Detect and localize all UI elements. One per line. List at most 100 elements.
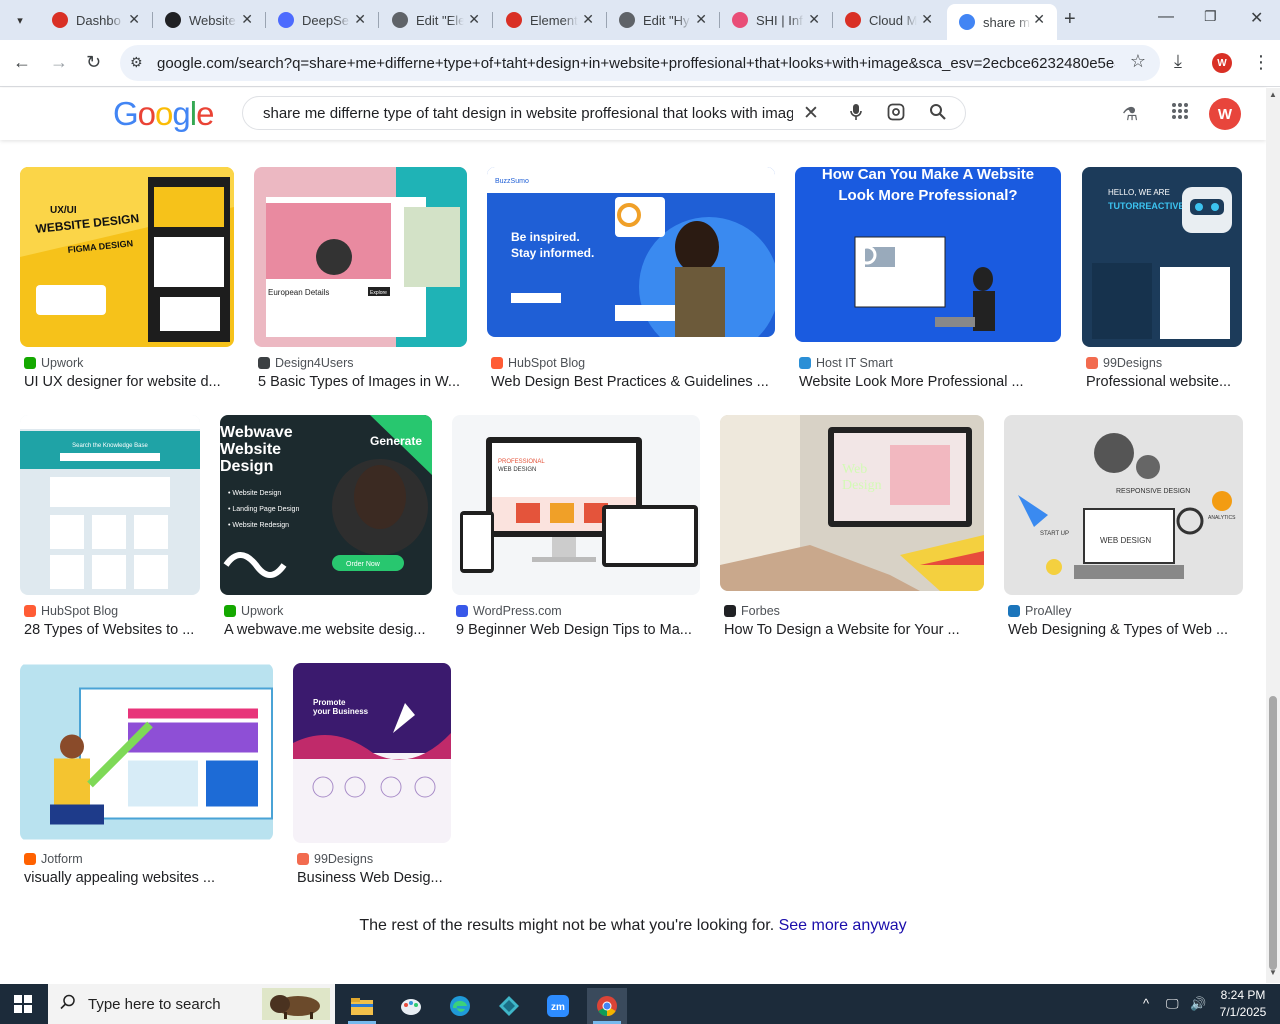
minimize-icon[interactable]: —: [1158, 8, 1174, 26]
browser-tab[interactable]: SHI | Inf ✕: [720, 4, 833, 36]
image-result-title[interactable]: Web Designing & Types of Web ...: [1008, 622, 1247, 638]
scrollbar-thumb[interactable]: [1269, 696, 1277, 970]
new-tab-button[interactable]: +: [1064, 8, 1076, 31]
browser-tab[interactable]: Edit "Ele ✕: [380, 4, 493, 36]
voice-search-icon[interactable]: [849, 103, 863, 126]
taskbar-clock[interactable]: 8:24 PM 7/1/2025: [1212, 987, 1274, 1021]
image-result-thumbnail[interactable]: BuzzSumo Be inspired. Stay informed.: [487, 167, 775, 337]
browser-tab[interactable]: Cloud M ✕: [833, 4, 945, 36]
image-result-title[interactable]: visually appealing websites ...: [24, 870, 277, 886]
image-result-title[interactable]: Website Look More Professional ...: [799, 374, 1065, 390]
image-result-source[interactable]: ProAlley: [1008, 604, 1072, 618]
svg-text:Order Now: Order Now: [346, 561, 381, 568]
image-result-thumbnail[interactable]: Webwave Website Design Generate • Websit…: [220, 415, 432, 595]
image-result-title[interactable]: 28 Types of Websites to ...: [24, 622, 224, 638]
account-avatar[interactable]: W: [1209, 98, 1241, 130]
tab-search-button[interactable]: ▾: [8, 8, 32, 32]
image-result-source[interactable]: HubSpot Blog: [24, 604, 118, 618]
image-result-title[interactable]: How To Design a Website for Your ...: [724, 622, 988, 638]
file-explorer-icon[interactable]: [342, 988, 382, 1024]
back-button[interactable]: ←: [13, 52, 31, 73]
image-result-title[interactable]: 9 Beginner Web Design Tips to Ma...: [456, 622, 704, 638]
reload-button[interactable]: ↻: [86, 52, 101, 73]
image-result-source[interactable]: WordPress.com: [456, 604, 562, 618]
volume-icon[interactable]: 🔊: [1190, 996, 1206, 1012]
google-apps-icon[interactable]: [1171, 102, 1189, 126]
profile-button[interactable]: W: [1212, 53, 1232, 73]
image-result-source[interactable]: Host IT Smart: [799, 356, 893, 370]
search-labs-icon[interactable]: ⚗: [1122, 104, 1138, 125]
browser-tab[interactable]: Element ✕: [494, 4, 607, 36]
site-info-icon[interactable]: ⚙: [130, 54, 143, 71]
search-icon[interactable]: [929, 103, 947, 126]
lens-search-icon[interactable]: [887, 103, 905, 126]
image-result-thumbnail[interactable]: RESPONSIVE DESIGN WEB DESIGN START UP AN…: [1004, 415, 1243, 595]
tray-overflow-icon[interactable]: ^: [1143, 996, 1149, 1011]
app-diamond-icon[interactable]: [489, 988, 529, 1024]
image-result-title[interactable]: 5 Basic Types of Images in W...: [258, 374, 471, 390]
image-result-source[interactable]: 99Designs: [1086, 356, 1162, 370]
image-result-thumbnail[interactable]: Promote your Business: [293, 663, 451, 843]
close-tab-icon[interactable]: ✕: [808, 11, 820, 28]
close-window-icon[interactable]: ✕: [1250, 8, 1263, 28]
see-more-anyway-link[interactable]: See more anyway: [779, 917, 907, 934]
address-bar[interactable]: ⚙ google.com/search?q=share+me+differne+…: [120, 45, 1160, 81]
edge-browser-icon[interactable]: [440, 988, 480, 1024]
windows-start-icon[interactable]: [14, 995, 32, 1013]
browser-tab[interactable]: Website ✕: [153, 4, 266, 36]
image-result-thumbnail[interactable]: Search the Knowledge Base: [20, 415, 200, 595]
taskbar-search[interactable]: Type here to search: [48, 984, 335, 1024]
image-result-thumbnail[interactable]: UX/UI WEBSITE DESIGN FIGMA DESIGN: [20, 167, 234, 347]
paint-app-icon[interactable]: [391, 988, 431, 1024]
image-result-source[interactable]: HubSpot Blog: [491, 356, 585, 370]
image-result-source[interactable]: Forbes: [724, 604, 780, 618]
image-result-thumbnail[interactable]: [20, 663, 273, 841]
image-result-source[interactable]: Upwork: [24, 356, 83, 370]
close-tab-icon[interactable]: ✕: [1033, 11, 1045, 28]
image-result-title[interactable]: Professional website...: [1086, 374, 1280, 390]
address-url[interactable]: google.com/search?q=share+me+differne+ty…: [157, 55, 1115, 72]
image-result-title[interactable]: A webwave.me website desig...: [224, 622, 436, 638]
image-result-title[interactable]: Web Design Best Practices & Guidelines .…: [491, 374, 779, 390]
image-result-thumbnail[interactable]: HELLO, WE ARE TUTORREACTIVE: [1082, 167, 1242, 347]
tab-title: Edit "Hy: [643, 12, 690, 28]
image-result-thumbnail[interactable]: PROFESSIONAL WEB DESIGN: [452, 415, 700, 595]
search-box[interactable]: share me differne type of taht design in…: [242, 96, 966, 130]
close-tab-icon[interactable]: ✕: [354, 11, 366, 28]
browser-tab[interactable]: DeepSe ✕: [266, 4, 379, 36]
close-tab-icon[interactable]: ✕: [241, 11, 253, 28]
close-tab-icon[interactable]: ✕: [468, 11, 480, 28]
browser-menu-icon[interactable]: ⋮: [1252, 52, 1270, 73]
close-tab-icon[interactable]: ✕: [921, 11, 933, 28]
image-result-thumbnail[interactable]: How Can You Make A Website Look More Pro…: [795, 167, 1061, 342]
source-favicon-icon: [258, 357, 270, 369]
chrome-app-icon[interactable]: [587, 988, 627, 1024]
browser-tab[interactable]: Dashbo ✕: [40, 4, 153, 36]
image-result-thumbnail[interactable]: Web Design: [720, 415, 984, 591]
image-result-source[interactable]: Upwork: [224, 604, 283, 618]
image-result-source[interactable]: Jotform: [24, 852, 83, 866]
close-tab-icon[interactable]: ✕: [582, 11, 594, 28]
image-result-title[interactable]: UI UX designer for website d...: [24, 374, 238, 390]
source-name: 99Designs: [314, 852, 374, 866]
zoom-app-icon[interactable]: zm: [538, 988, 578, 1024]
image-result-title[interactable]: Business Web Desig...: [297, 870, 497, 886]
bookmark-star-icon[interactable]: ☆: [1130, 51, 1146, 72]
network-icon[interactable]: 🖵: [1166, 996, 1179, 1012]
restore-icon[interactable]: ❐: [1204, 8, 1217, 25]
page-scrollbar[interactable]: ▲ ▼: [1266, 88, 1280, 983]
close-tab-icon[interactable]: ✕: [695, 11, 707, 28]
forward-button[interactable]: →: [50, 52, 68, 73]
image-result-source[interactable]: Design4Users: [258, 356, 354, 370]
browser-tab[interactable]: Edit "Hy ✕: [607, 4, 720, 36]
scroll-up-icon[interactable]: ▲: [1269, 90, 1277, 99]
google-logo[interactable]: Google: [113, 95, 214, 133]
image-result-source[interactable]: 99Designs: [297, 852, 373, 866]
image-result-thumbnail[interactable]: European Details Explore: [254, 167, 467, 347]
search-query[interactable]: share me differne type of taht design in…: [263, 105, 793, 122]
download-icon[interactable]: ⤓: [1174, 51, 1182, 72]
close-tab-icon[interactable]: ✕: [128, 11, 140, 28]
clear-search-icon[interactable]: ✕: [803, 102, 819, 125]
scroll-down-icon[interactable]: ▼: [1269, 968, 1277, 977]
browser-tab[interactable]: share m ✕: [947, 4, 1057, 40]
